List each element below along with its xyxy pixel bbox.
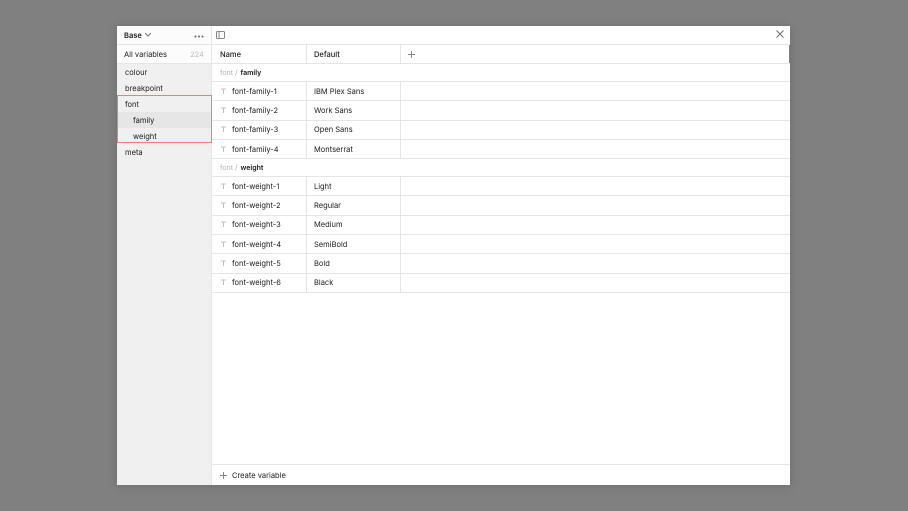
text-type-icon: [220, 260, 227, 267]
chevron-down-icon: [145, 33, 151, 37]
variable-row[interactable]: font-family-1 IBM Plex Sans: [212, 82, 790, 101]
sidebar-group-meta[interactable]: meta: [117, 144, 211, 160]
sidebar: Base All variables 224 colour breakpoint…: [117, 26, 212, 485]
sidebar-group-font-family[interactable]: family: [117, 112, 211, 128]
plus-icon: [408, 51, 415, 58]
more-button[interactable]: [194, 31, 204, 40]
collection-selector[interactable]: Base: [124, 31, 151, 40]
text-type-icon: [220, 126, 227, 133]
group-header-family: font / family: [212, 64, 790, 82]
text-type-icon: [220, 107, 227, 114]
create-variable-label: Create variable: [232, 471, 286, 480]
variable-rows: font / family font-family-1 IBM Plex San…: [212, 64, 790, 464]
variable-row[interactable]: font-weight-5 Bold: [212, 254, 790, 273]
sidebar-group-font-weight[interactable]: weight: [117, 128, 211, 144]
variable-row[interactable]: font-family-4 Montserrat: [212, 140, 790, 159]
all-variables-count: 224: [190, 50, 204, 59]
variable-row[interactable]: font-family-2 Work Sans: [212, 101, 790, 120]
column-header-row: Name Default: [212, 45, 790, 64]
variable-row[interactable]: font-weight-4 SemiBold: [212, 235, 790, 254]
sidebar-group-breakpoint[interactable]: breakpoint: [117, 80, 211, 96]
variable-row[interactable]: font-weight-6 Black: [212, 274, 790, 293]
sidebar-group-colour[interactable]: colour: [117, 64, 211, 80]
text-type-icon: [220, 146, 227, 153]
plus-icon: [220, 472, 227, 479]
all-variables-row[interactable]: All variables 224: [117, 45, 211, 64]
text-type-icon: [220, 241, 227, 248]
variable-row[interactable]: font-weight-3 Medium: [212, 216, 790, 235]
panel-left-icon: [216, 31, 225, 39]
toggle-sidebar-button[interactable]: [212, 31, 228, 39]
sidebar-header: Base: [117, 26, 211, 45]
text-type-icon: [220, 183, 227, 190]
all-variables-label: All variables: [124, 50, 167, 59]
text-type-icon: [220, 279, 227, 286]
variable-row[interactable]: font-weight-1 Light: [212, 177, 790, 196]
variable-row[interactable]: font-weight-2 Regular: [212, 196, 790, 215]
variables-modal: Base All variables 224 colour breakpoint…: [117, 26, 790, 485]
add-mode-button[interactable]: [401, 51, 421, 58]
close-button[interactable]: [776, 30, 784, 40]
close-icon: [776, 30, 784, 38]
column-header-default[interactable]: Default: [307, 45, 401, 63]
sidebar-group-font[interactable]: font: [117, 96, 211, 112]
variable-row[interactable]: font-family-3 Open Sans: [212, 121, 790, 140]
ellipsis-icon: [194, 35, 204, 38]
create-variable-button[interactable]: Create variable: [212, 464, 790, 485]
main-header: [212, 26, 790, 45]
column-header-name[interactable]: Name: [212, 45, 307, 63]
collection-name: Base: [124, 31, 142, 40]
text-type-icon: [220, 88, 227, 95]
text-type-icon: [220, 202, 227, 209]
main-panel: Name Default font / family font-family-1…: [212, 26, 790, 485]
group-list: colour breakpoint font family weight met…: [117, 64, 211, 160]
text-type-icon: [220, 221, 227, 228]
group-header-weight: font / weight: [212, 159, 790, 177]
